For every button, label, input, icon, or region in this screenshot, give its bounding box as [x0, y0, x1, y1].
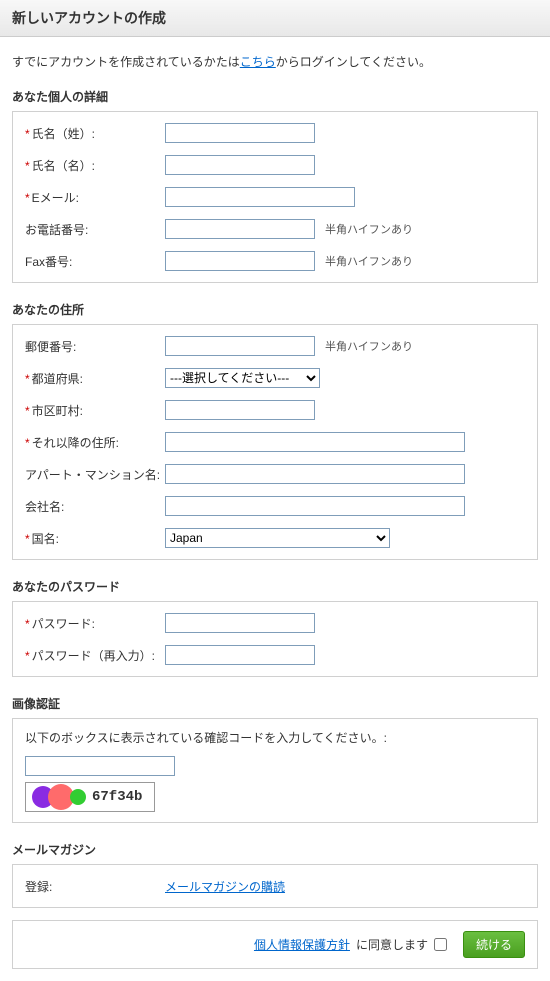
postal-hint: 半角ハイフンあり [325, 338, 413, 354]
login-link[interactable]: こちら [240, 55, 276, 69]
required-mark: * [25, 191, 30, 205]
required-mark: * [25, 436, 30, 450]
intro-text: すでにアカウントを作成されているかたはこちらからログインしてください。 [0, 37, 550, 82]
prefecture-label: 都道府県: [32, 372, 83, 386]
postal-input[interactable] [165, 336, 315, 356]
prefecture-select[interactable]: ---選択してください--- [165, 368, 320, 388]
newsletter-link[interactable]: メールマガジンの購読 [165, 878, 285, 895]
street-label: それ以降の住所: [32, 436, 119, 450]
phone-input[interactable] [165, 219, 315, 239]
captcha-instruction: 以下のボックスに表示されている確認コードを入力してください。: [25, 729, 525, 746]
street-input[interactable] [165, 432, 465, 452]
password-input[interactable] [165, 613, 315, 633]
section-password: あなたのパスワード *パスワード: *パスワード（再入力）: [12, 572, 538, 677]
section-address: あなたの住所 郵便番号: 半角ハイフンあり *都道府県: ---選択してください… [12, 295, 538, 560]
section-personal-header: あなた個人の詳細 [12, 82, 538, 111]
required-mark: * [25, 532, 30, 546]
password-confirm-input[interactable] [165, 645, 315, 665]
captcha-input[interactable] [25, 756, 175, 776]
country-select[interactable]: Japan [165, 528, 390, 548]
section-newsletter: メールマガジン 登録: メールマガジンの購読 [12, 835, 538, 908]
footer-bar: 個人情報保護方針に同意します 続ける [12, 920, 538, 969]
intro-prefix: すでにアカウントを作成されているかたは [12, 55, 240, 69]
agree-text: に同意します [356, 936, 428, 953]
required-mark: * [25, 649, 30, 663]
fax-label: Fax番号: [25, 255, 72, 269]
required-mark: * [25, 372, 30, 386]
company-label: 会社名: [25, 500, 64, 514]
required-mark: * [25, 127, 30, 141]
captcha-image: 67f34b [25, 782, 155, 812]
section-captcha: 画像認証 以下のボックスに表示されている確認コードを入力してください。: 67f… [12, 689, 538, 823]
country-label: 国名: [32, 532, 59, 546]
page-title: 新しいアカウントの作成 [0, 0, 550, 37]
captcha-code: 67f34b [92, 789, 142, 805]
apartment-input[interactable] [165, 464, 465, 484]
section-password-header: あなたのパスワード [12, 572, 538, 601]
phone-label: お電話番号: [25, 223, 88, 237]
password-label: パスワード: [32, 617, 95, 631]
section-captcha-header: 画像認証 [12, 689, 538, 718]
apartment-label: アパート・マンション名: [25, 468, 160, 482]
fax-hint: 半角ハイフンあり [325, 253, 413, 269]
required-mark: * [25, 404, 30, 418]
required-mark: * [25, 159, 30, 173]
phone-hint: 半角ハイフンあり [325, 221, 413, 237]
agree-checkbox[interactable] [434, 938, 447, 951]
captcha-decoration [32, 784, 86, 810]
company-input[interactable] [165, 496, 465, 516]
postal-label: 郵便番号: [25, 340, 76, 354]
continue-button[interactable]: 続ける [463, 931, 525, 958]
lastname-label: 氏名（姓）: [32, 127, 95, 141]
section-personal: あなた個人の詳細 *氏名（姓）: *氏名（名）: *Eメール: お電話番号: 半… [12, 82, 538, 283]
privacy-policy-link[interactable]: 個人情報保護方針 [254, 936, 350, 953]
newsletter-register-label: 登録: [25, 880, 52, 894]
fax-input[interactable] [165, 251, 315, 271]
captcha-dot-icon [70, 789, 86, 805]
city-input[interactable] [165, 400, 315, 420]
password-confirm-label: パスワード（再入力）: [32, 649, 155, 663]
required-mark: * [25, 617, 30, 631]
section-address-header: あなたの住所 [12, 295, 538, 324]
firstname-input[interactable] [165, 155, 315, 175]
city-label: 市区町村: [32, 404, 83, 418]
email-input[interactable] [165, 187, 355, 207]
email-label: Eメール: [32, 191, 79, 205]
lastname-input[interactable] [165, 123, 315, 143]
firstname-label: 氏名（名）: [32, 159, 95, 173]
intro-suffix: からログインしてください。 [276, 55, 431, 69]
